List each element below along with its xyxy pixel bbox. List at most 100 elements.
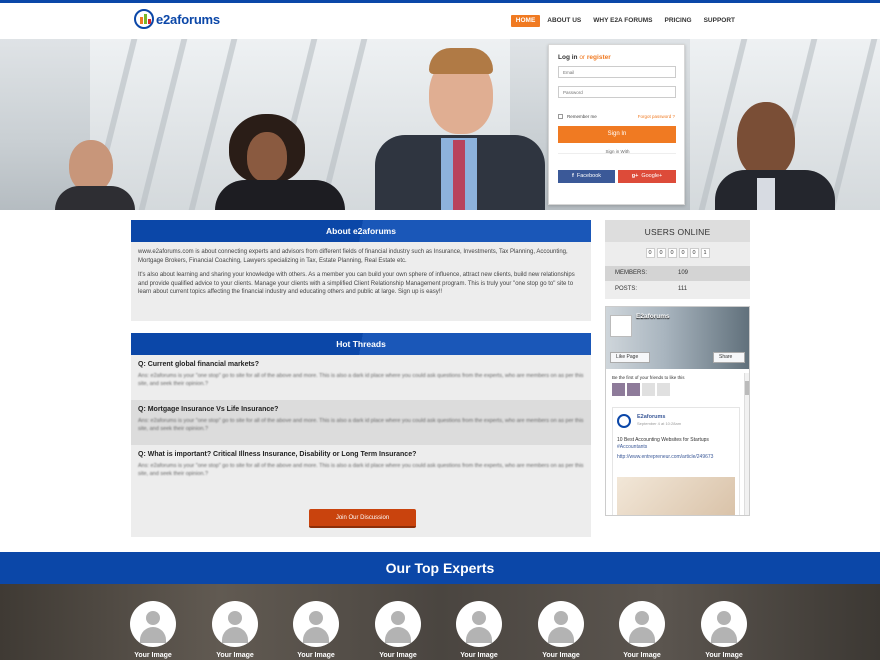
expert-label: Your Image bbox=[297, 652, 335, 659]
thread-item[interactable]: Q: Mortgage Insurance Vs Life Insurance?… bbox=[131, 400, 591, 445]
counter-digit: 0 bbox=[689, 248, 699, 258]
expert-label: Your Image bbox=[542, 652, 580, 659]
nav-about-us[interactable]: ABOUT US bbox=[542, 15, 586, 27]
posts-stat: POSTS: 111 bbox=[605, 282, 750, 297]
nav-why-e2a-forums[interactable]: WHY E2A FORUMS bbox=[588, 15, 657, 27]
post-date: September 4 at 10:28am bbox=[637, 421, 682, 426]
expert-label: Your Image bbox=[134, 652, 172, 659]
user-avatar-icon bbox=[375, 601, 421, 647]
expert-card[interactable]: Your Image bbox=[701, 601, 747, 659]
forgot-password-link[interactable]: Forgot password ? bbox=[638, 114, 675, 119]
posts-label: POSTS: bbox=[615, 286, 638, 292]
post-hashtag[interactable]: #Accountants bbox=[617, 444, 737, 451]
thread-item[interactable]: Q: Current global financial markets? Ans… bbox=[131, 355, 591, 400]
user-avatar-icon bbox=[538, 601, 584, 647]
expert-card[interactable]: Your Image bbox=[456, 601, 502, 659]
expert-card[interactable]: Your Image bbox=[212, 601, 258, 659]
expert-label: Your Image bbox=[460, 652, 498, 659]
members-label: MEMBERS: bbox=[615, 270, 648, 276]
expert-label: Your Image bbox=[705, 652, 743, 659]
members-value: 109 bbox=[678, 270, 689, 276]
facebook-page-avatar[interactable] bbox=[610, 315, 632, 337]
thread-question[interactable]: Q: What is important? Critical Illness I… bbox=[138, 451, 584, 458]
site-logo[interactable]: e2aforums bbox=[134, 9, 220, 29]
widget-scrollbar[interactable] bbox=[744, 373, 749, 515]
expert-card[interactable]: Your Image bbox=[619, 601, 665, 659]
facebook-like-label: Like Page bbox=[616, 354, 639, 360]
site-header: e2aforums HOME ABOUT US WHY E2A FORUMS P… bbox=[0, 3, 880, 39]
main-nav: HOME ABOUT US WHY E2A FORUMS PRICING SUP… bbox=[509, 15, 740, 27]
nav-pricing[interactable]: PRICING bbox=[659, 15, 696, 27]
login-or-text: or bbox=[579, 54, 586, 61]
counter-digit: 1 bbox=[700, 248, 710, 258]
facebook-login-label: Facebook bbox=[576, 173, 601, 179]
email-field[interactable] bbox=[558, 66, 676, 78]
nav-support[interactable]: SUPPORT bbox=[699, 15, 740, 27]
about-paragraph-1: www.e2aforums.com is about connecting ex… bbox=[138, 249, 568, 264]
expert-card[interactable]: Your Image bbox=[538, 601, 584, 659]
about-text: www.e2aforums.com is about connecting ex… bbox=[131, 242, 591, 309]
user-avatar-icon bbox=[130, 601, 176, 647]
hero-person-4 bbox=[715, 102, 835, 210]
expert-card[interactable]: Your Image bbox=[130, 601, 176, 659]
remember-me[interactable]: Remember me bbox=[558, 114, 597, 119]
logo-text: e2aforums bbox=[156, 11, 220, 27]
join-discussion-button[interactable]: Join Our Discussion bbox=[309, 509, 416, 528]
facebook-share-label: Share bbox=[719, 354, 733, 360]
facebook-page-name[interactable]: E2aforums bbox=[636, 313, 670, 320]
user-avatar-icon bbox=[456, 601, 502, 647]
friend-avatar[interactable] bbox=[612, 383, 625, 396]
post-author-avatar[interactable] bbox=[617, 414, 631, 428]
remember-checkbox[interactable] bbox=[558, 114, 563, 119]
facebook-like-button[interactable]: Like Page bbox=[610, 352, 650, 363]
users-online-title: USERS ONLINE bbox=[605, 220, 750, 242]
expert-label: Your Image bbox=[623, 652, 661, 659]
google-plus-icon: g+ bbox=[631, 173, 639, 179]
expert-label: Your Image bbox=[216, 652, 254, 659]
friend-avatar[interactable] bbox=[642, 383, 655, 396]
scrollbar-thumb[interactable] bbox=[745, 381, 749, 395]
counter-digit: 0 bbox=[667, 248, 677, 258]
post-body: 10 Best Accounting Websites for Startups bbox=[617, 437, 709, 443]
thread-question[interactable]: Q: Mortgage Insurance Vs Life Insurance? bbox=[138, 406, 584, 413]
nav-home[interactable]: HOME bbox=[510, 15, 541, 27]
password-field[interactable] bbox=[558, 86, 676, 98]
google-login-label: Google+ bbox=[641, 173, 663, 179]
facebook-friends-text: Be the first of your friends to like thi… bbox=[612, 375, 685, 380]
login-title-text: Log in bbox=[558, 54, 578, 61]
post-link[interactable]: http://www.entrepreneur.com/article/2496… bbox=[617, 454, 737, 461]
experts-title: Our Top Experts bbox=[0, 552, 880, 584]
post-image[interactable] bbox=[617, 477, 735, 515]
expert-card[interactable]: Your Image bbox=[293, 601, 339, 659]
register-link[interactable]: register bbox=[587, 54, 611, 61]
post-author-name[interactable]: E2aforums bbox=[637, 414, 665, 420]
hero-banner bbox=[0, 39, 880, 210]
login-title: Log in or register bbox=[558, 54, 611, 61]
online-counter: 0 0 0 0 0 1 bbox=[605, 248, 750, 258]
facebook-friend-thumbs bbox=[612, 383, 670, 396]
user-avatar-icon bbox=[293, 601, 339, 647]
facebook-login-button[interactable]: f Facebook bbox=[558, 170, 615, 183]
logo-icon bbox=[134, 9, 154, 29]
sign-in-with-label: Sign in With bbox=[605, 149, 630, 154]
about-panel: About e2aforums www.e2aforums.com is abo… bbox=[131, 220, 591, 321]
expert-card[interactable]: Your Image bbox=[375, 601, 421, 659]
thread-answer: Ans: e2aforums is your "one stop" go to … bbox=[138, 463, 584, 477]
thread-answer: Ans: e2aforums is your "one stop" go to … bbox=[138, 418, 584, 432]
friend-avatar[interactable] bbox=[627, 383, 640, 396]
friend-avatar[interactable] bbox=[657, 383, 670, 396]
thread-question[interactable]: Q: Current global financial markets? bbox=[138, 361, 584, 368]
user-avatar-icon bbox=[212, 601, 258, 647]
thread-item[interactable]: Q: What is important? Critical Illness I… bbox=[131, 445, 591, 490]
hot-threads-title: Hot Threads bbox=[131, 333, 591, 355]
counter-digit: 0 bbox=[656, 248, 666, 258]
sign-in-button[interactable]: Sign In bbox=[558, 126, 676, 143]
hot-threads-panel: Hot Threads Q: Current global financial … bbox=[131, 333, 591, 537]
posts-value: 111 bbox=[678, 286, 688, 292]
hero-person-3 bbox=[375, 48, 545, 210]
facebook-share-button[interactable]: Share bbox=[713, 352, 745, 363]
google-login-button[interactable]: g+ Google+ bbox=[618, 170, 676, 183]
remember-label: Remember me bbox=[567, 114, 597, 119]
members-stat: MEMBERS: 109 bbox=[605, 266, 750, 281]
facebook-post: E2aforums September 4 at 10:28am 10 Best… bbox=[612, 407, 740, 515]
